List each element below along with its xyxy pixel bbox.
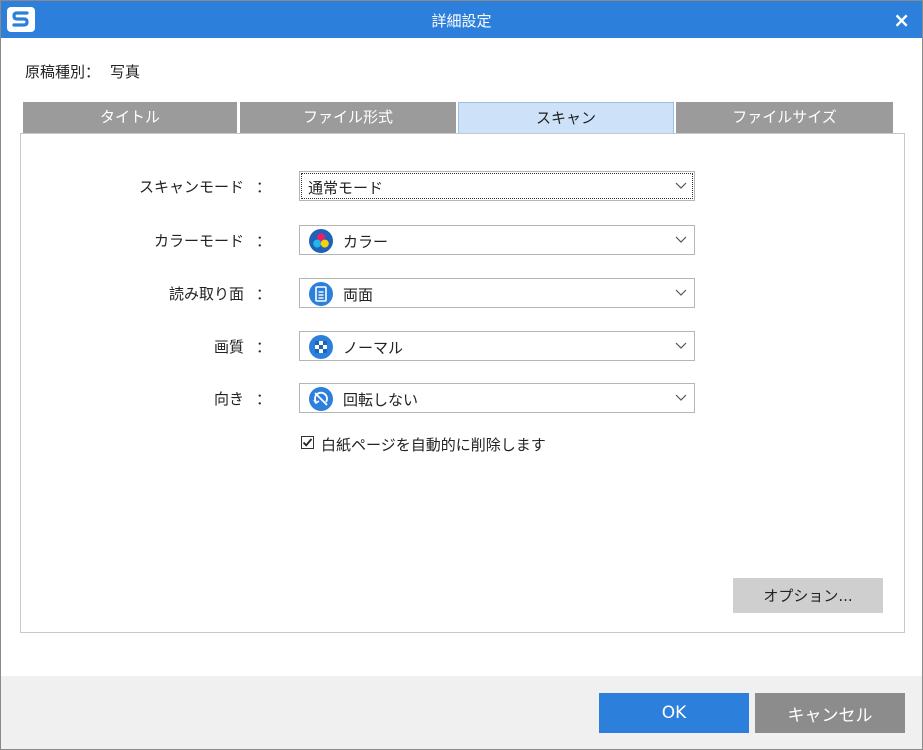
options-button[interactable]: オプション... [733, 578, 883, 613]
checkmark-icon [302, 438, 313, 447]
color-mode-select[interactable]: カラー [299, 225, 695, 255]
blank-page-label: 白紙ページを自動的に削除します [321, 436, 546, 454]
tab-scan[interactable]: スキャン [458, 102, 674, 135]
chevron-down-icon [675, 289, 687, 296]
settings-dialog: 詳細設定 × 原稿種別： 写真 タイトル ファイル形式 スキャン ファイルサイズ … [0, 0, 923, 750]
scan-mode-select[interactable]: 通常モード [299, 171, 695, 201]
tab-title[interactable]: タイトル [23, 102, 237, 134]
chevron-down-icon [675, 236, 687, 243]
duplex-page-icon [309, 282, 333, 306]
scan-side-label: 読み取り面： [168, 285, 271, 303]
orientation-select[interactable]: 回転しない [299, 383, 695, 413]
quality-select[interactable]: ノーマル [299, 331, 695, 361]
chevron-down-icon [675, 394, 687, 401]
tab-file-format[interactable]: ファイル形式 [240, 102, 456, 134]
no-rotate-icon [309, 387, 333, 411]
scan-side-value: 両面 [343, 286, 374, 304]
blank-page-checkbox[interactable] [301, 436, 314, 449]
orientation-value: 回転しない [343, 391, 419, 409]
orientation-label: 向き： [213, 390, 271, 408]
tab-bar: タイトル ファイル形式 スキャン ファイルサイズ [23, 102, 893, 135]
quality-value: ノーマル [343, 339, 404, 357]
chevron-down-icon [675, 342, 687, 349]
document-type-value: 写真 [110, 63, 141, 81]
scan-mode-label: スキャンモード： [138, 178, 271, 196]
tab-file-size[interactable]: ファイルサイズ [676, 102, 893, 134]
color-circles-icon [309, 229, 333, 253]
scan-side-select[interactable]: 両面 [299, 278, 695, 308]
quality-label: 画質： [213, 338, 271, 356]
checker-quality-icon [309, 335, 333, 359]
cancel-button[interactable]: キャンセル [755, 693, 905, 733]
color-mode-label: カラーモード： [153, 232, 271, 250]
chevron-down-icon [675, 182, 687, 189]
document-type-label: 原稿種別： [25, 63, 101, 81]
window-title: 詳細設定 [431, 12, 492, 30]
ok-button[interactable]: OK [599, 693, 749, 733]
document-type: 原稿種別： 写真 [25, 61, 150, 82]
title-bar: 詳細設定 × [1, 1, 922, 38]
color-mode-value: カラー [343, 233, 389, 251]
scan-mode-value: 通常モード [308, 179, 384, 197]
close-icon[interactable]: × [893, 8, 910, 32]
